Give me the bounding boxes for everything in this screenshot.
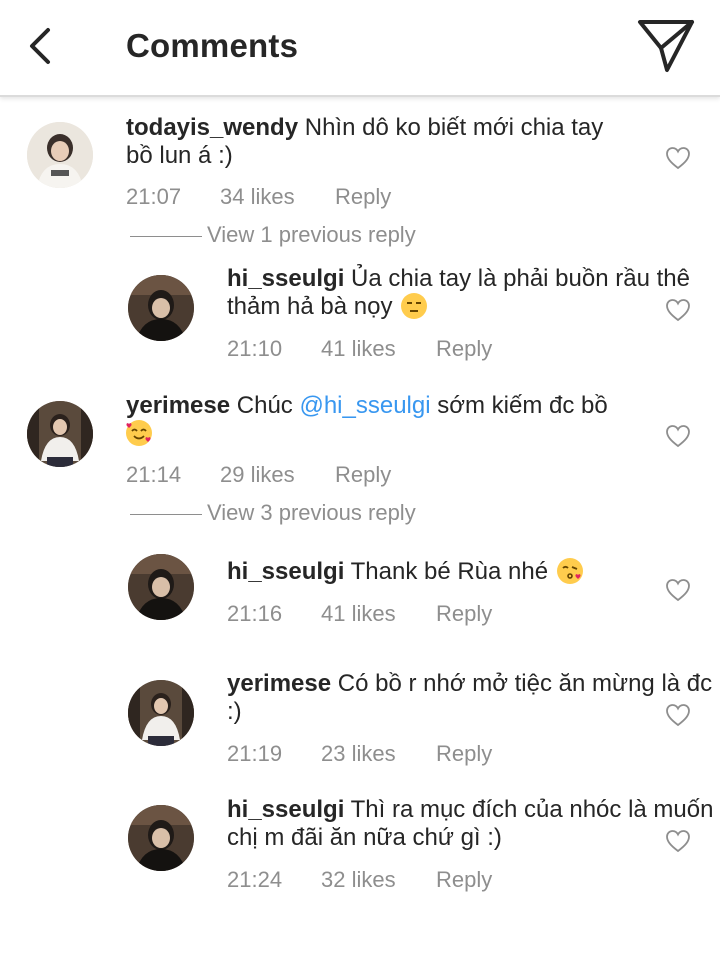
paper-plane-icon[interactable] bbox=[634, 16, 698, 76]
comment-time: 21:16 bbox=[227, 601, 283, 626]
mention-link[interactable]: @hi_sseulgi bbox=[299, 392, 430, 419]
heart-icon[interactable] bbox=[665, 298, 691, 322]
comment-likes[interactable]: 34 likes bbox=[220, 184, 295, 210]
reply-button[interactable]: Reply bbox=[436, 867, 492, 893]
comment-username[interactable]: todayis_wendy bbox=[126, 114, 298, 141]
avatar[interactable] bbox=[128, 554, 194, 620]
thread-line bbox=[130, 236, 202, 237]
avatar[interactable] bbox=[128, 805, 194, 871]
comment-text: hi_sseulgi Thì ra mục đích của nhóc là m… bbox=[227, 796, 720, 852]
comment-likes[interactable]: 41 likes bbox=[321, 336, 396, 362]
heart-icon[interactable] bbox=[665, 424, 691, 448]
comment-likes[interactable]: 29 likes bbox=[220, 462, 295, 488]
face-blowing-kiss-emoji bbox=[556, 558, 583, 584]
comment-time: 21:10 bbox=[227, 336, 283, 361]
avatar[interactable] bbox=[27, 401, 93, 467]
heart-icon[interactable] bbox=[665, 146, 691, 170]
comment-likes[interactable]: 23 likes bbox=[321, 741, 396, 767]
comment-likes[interactable]: 32 likes bbox=[321, 867, 396, 893]
heart-icon[interactable] bbox=[665, 703, 691, 727]
reply-button[interactable]: Reply bbox=[436, 601, 492, 627]
view-previous-replies-label[interactable]: View 1 previous reply bbox=[207, 222, 416, 248]
comment-body-end: sớm kiếm đc bồ bbox=[430, 392, 608, 419]
comment-time: 21:19 bbox=[227, 741, 283, 766]
comment-time: 21:07 bbox=[126, 184, 182, 209]
comment-time: 21:14 bbox=[126, 462, 182, 487]
heart-icon[interactable] bbox=[665, 829, 691, 853]
comment-username[interactable]: hi_sseulgi bbox=[227, 796, 344, 823]
comment-text: todayis_wendy Nhìn dô ko biết mới chia t… bbox=[126, 114, 626, 170]
header-bar: Comments bbox=[0, 0, 720, 97]
comment-time: 21:24 bbox=[227, 867, 283, 892]
comment-body-start: Chúc bbox=[236, 392, 300, 419]
comment-username[interactable]: hi_sseulgi bbox=[227, 265, 344, 292]
comment-text: yerimese Có bồ r nhớ mở tiệc ăn mừng là … bbox=[227, 670, 720, 726]
comment-username[interactable]: hi_sseulgi bbox=[227, 558, 344, 585]
page-title: Comments bbox=[126, 27, 299, 64]
comment-body: Thank bé Rùa nhé bbox=[350, 558, 549, 585]
comment-username[interactable]: yerimese bbox=[126, 392, 230, 419]
expressionless-face-emoji bbox=[401, 293, 428, 319]
view-previous-replies-label[interactable]: View 3 previous reply bbox=[207, 500, 416, 526]
thread-line bbox=[130, 514, 202, 515]
chevron-left-icon[interactable] bbox=[22, 24, 62, 68]
reply-button[interactable]: Reply bbox=[436, 741, 492, 767]
reply-button[interactable]: Reply bbox=[335, 184, 391, 210]
comment-text: hi_sseulgi Ủa chia tay là phải buồn rầu … bbox=[227, 265, 720, 321]
reply-button[interactable]: Reply bbox=[335, 462, 391, 488]
reply-button[interactable]: Reply bbox=[436, 336, 492, 362]
comment-username[interactable]: yerimese bbox=[227, 670, 331, 697]
comment-likes[interactable]: 41 likes bbox=[321, 601, 396, 627]
heart-icon[interactable] bbox=[665, 578, 691, 602]
smiling-face-with-hearts-emoji bbox=[126, 420, 152, 446]
comment-text: hi_sseulgi Thank bé Rùa nhé bbox=[227, 558, 720, 586]
comment-text: yerimese Chúc @hi_sseulgi sớm kiếm đc bồ bbox=[126, 392, 626, 448]
avatar[interactable] bbox=[128, 275, 194, 341]
avatar[interactable] bbox=[27, 122, 93, 188]
avatar[interactable] bbox=[128, 680, 194, 746]
